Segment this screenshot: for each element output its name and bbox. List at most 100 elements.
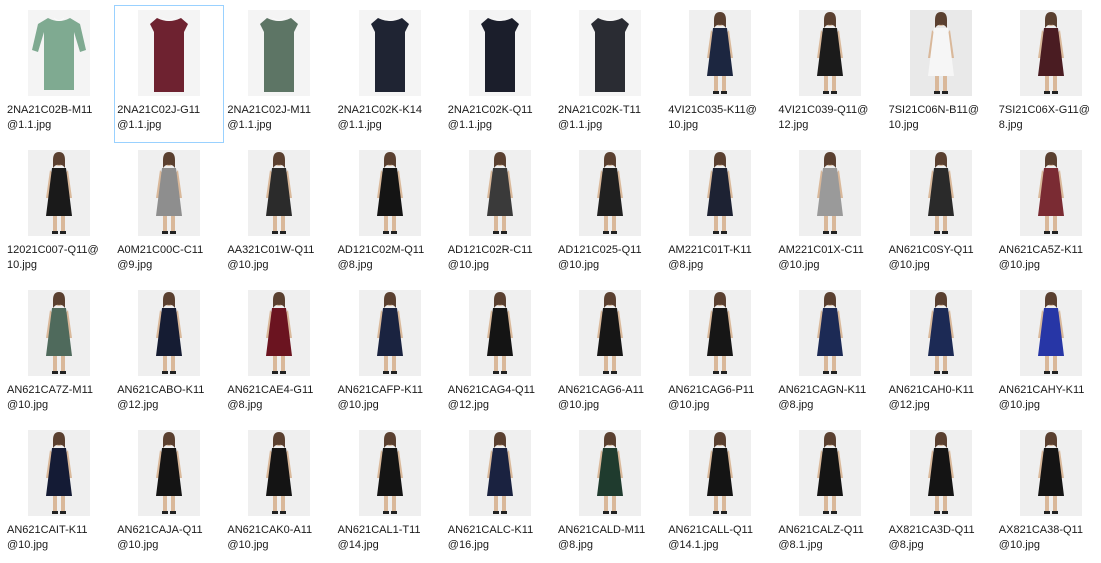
file-thumbnail[interactable] <box>689 10 752 96</box>
file-name[interactable]: AN621CAG4-Q11 @12.jpg <box>448 383 556 413</box>
file-name[interactable]: AN621CAFP-K11 @10.jpg <box>338 383 446 413</box>
file-thumbnail[interactable] <box>579 10 641 96</box>
file-thumbnail[interactable] <box>1019 10 1082 96</box>
file-name[interactable]: AN621CAE4-G11 @8.jpg <box>227 383 335 413</box>
file-thumbnail[interactable] <box>28 150 90 236</box>
file-thumbnail[interactable] <box>1019 430 1082 516</box>
file-item[interactable]: AN621CAHY-K11 @10.jpg <box>996 285 1101 423</box>
file-thumbnail[interactable] <box>1019 290 1082 376</box>
file-item[interactable]: AN621CAJA-Q11 @10.jpg <box>114 425 224 563</box>
file-name[interactable]: AD121C025-Q11 @10.jpg <box>558 243 666 273</box>
file-thumbnail[interactable] <box>909 430 972 516</box>
file-thumbnail[interactable] <box>468 10 531 96</box>
file-name[interactable]: AN621CALZ-Q11 @8.1.jpg <box>778 523 886 553</box>
file-thumbnail[interactable] <box>358 430 421 516</box>
file-thumbnail[interactable] <box>28 10 90 96</box>
file-item[interactable]: AX821CA3D-Q11 @8.jpg <box>886 425 996 563</box>
file-name[interactable]: AD121C02R-C11 @10.jpg <box>448 243 556 273</box>
file-item[interactable]: AM221C01T-K11 @8.jpg <box>665 145 775 283</box>
file-name[interactable]: AA321C01W-Q11 @10.jpg <box>227 243 335 273</box>
file-thumbnail[interactable] <box>468 430 531 516</box>
file-item[interactable]: 2NA21C02K-Q11 @1.1.jpg <box>445 5 555 143</box>
file-item[interactable]: AN621CAIT-K11 @10.jpg <box>4 425 114 563</box>
file-thumbnail[interactable] <box>799 290 862 376</box>
file-name[interactable]: 7SI21C06X-G11@ 8.jpg <box>999 103 1101 133</box>
file-item[interactable]: AN621CAG6-P11 @10.jpg <box>665 285 775 423</box>
file-name[interactable]: AM221C01X-C11 @10.jpg <box>778 243 886 273</box>
file-item[interactable]: AA321C01W-Q11 @10.jpg <box>224 145 334 283</box>
file-name[interactable]: AN621CAH0-K11 @12.jpg <box>889 383 997 413</box>
file-name[interactable]: AD121C02M-Q11 @8.jpg <box>338 243 446 273</box>
file-thumbnail[interactable] <box>248 150 311 236</box>
file-name[interactable]: AN621CAG6-A11 @10.jpg <box>558 383 666 413</box>
file-item[interactable]: 2NA21C02K-T11 @1.1.jpg <box>555 5 665 143</box>
file-name[interactable]: AN621CAL1-T11 @14.jpg <box>338 523 446 553</box>
file-thumbnail[interactable] <box>28 290 90 376</box>
file-thumbnail[interactable] <box>468 290 531 376</box>
file-name[interactable]: 2NA21C02K-K14 @1.1.jpg <box>338 103 446 133</box>
file-name[interactable]: 12021C007-Q11@ 10.jpg <box>7 243 115 273</box>
file-thumbnail[interactable] <box>799 10 862 96</box>
file-item[interactable]: 7SI21C06X-G11@ 8.jpg <box>996 5 1101 143</box>
file-thumbnail[interactable] <box>1019 150 1082 236</box>
file-item[interactable]: AN621CAK0-A11 @10.jpg <box>224 425 334 563</box>
file-item[interactable]: AN621CAL1-T11 @14.jpg <box>335 425 445 563</box>
file-name[interactable]: 2NA21C02K-T11 @1.1.jpg <box>558 103 666 133</box>
file-item[interactable]: 2NA21C02K-K14 @1.1.jpg <box>335 5 445 143</box>
file-item[interactable]: A0M21C00C-C11 @9.jpg <box>114 145 224 283</box>
file-name[interactable]: AN621CAGN-K11 @8.jpg <box>778 383 886 413</box>
file-name[interactable]: AN621CAJA-Q11 @10.jpg <box>117 523 225 553</box>
file-name[interactable]: AN621CA5Z-K11 @10.jpg <box>999 243 1101 273</box>
file-item[interactable]: AN621CALD-M11 @8.jpg <box>555 425 665 563</box>
file-thumbnail[interactable] <box>689 150 752 236</box>
file-item[interactable]: AN621CAE4-G11 @8.jpg <box>224 285 334 423</box>
file-name[interactable]: 2NA21C02K-Q11 @1.1.jpg <box>448 103 556 133</box>
file-thumbnail[interactable] <box>358 290 421 376</box>
file-thumbnail[interactable] <box>579 150 641 236</box>
file-name[interactable]: AX821CA38-Q11 @10.jpg <box>999 523 1101 553</box>
file-name[interactable]: AN621C0SY-Q11 @10.jpg <box>889 243 997 273</box>
file-item[interactable]: AN621CAFP-K11 @10.jpg <box>335 285 445 423</box>
file-item[interactable]: 4VI21C035-K11@ 10.jpg <box>665 5 775 143</box>
file-name[interactable]: AN621CA7Z-M11 @10.jpg <box>7 383 115 413</box>
file-item[interactable]: AD121C02M-Q11 @8.jpg <box>335 145 445 283</box>
file-item[interactable]: AN621CALL-Q11 @14.1.jpg <box>665 425 775 563</box>
file-thumbnail[interactable] <box>28 430 90 516</box>
file-name[interactable]: AN621CALC-K11 @16.jpg <box>448 523 556 553</box>
file-name[interactable]: AN621CAK0-A11 @10.jpg <box>227 523 335 553</box>
file-thumbnail[interactable] <box>799 150 862 236</box>
file-name[interactable]: 4VI21C039-Q11@ 12.jpg <box>778 103 886 133</box>
file-item[interactable]: 4VI21C039-Q11@ 12.jpg <box>775 5 885 143</box>
file-thumbnail[interactable] <box>579 290 641 376</box>
file-name[interactable]: AN621CABO-K11 @12.jpg <box>117 383 225 413</box>
file-thumbnail[interactable] <box>468 150 531 236</box>
file-name[interactable]: 7SI21C06N-B11@ 10.jpg <box>889 103 997 133</box>
file-item[interactable]: AX821CA38-Q11 @10.jpg <box>996 425 1101 563</box>
file-name[interactable]: 2NA21C02J-G11 @1.1.jpg <box>117 103 225 133</box>
file-item[interactable]: AN621CABO-K11 @12.jpg <box>114 285 224 423</box>
file-item[interactable]: AN621C0SY-Q11 @10.jpg <box>886 145 996 283</box>
file-item[interactable]: 12021C007-Q11@ 10.jpg <box>4 145 114 283</box>
file-thumbnail[interactable] <box>138 10 201 96</box>
file-item[interactable]: 7SI21C06N-B11@ 10.jpg <box>886 5 996 143</box>
file-item[interactable]: AN621CAG6-A11 @10.jpg <box>555 285 665 423</box>
file-thumbnail[interactable] <box>909 150 972 236</box>
file-item[interactable]: AN621CAGN-K11 @8.jpg <box>775 285 885 423</box>
file-name[interactable]: 4VI21C035-K11@ 10.jpg <box>668 103 776 133</box>
file-name[interactable]: AN621CALD-M11 @8.jpg <box>558 523 666 553</box>
file-thumbnail[interactable] <box>248 430 311 516</box>
file-item[interactable]: AD121C025-Q11 @10.jpg <box>555 145 665 283</box>
file-name[interactable]: AX821CA3D-Q11 @8.jpg <box>889 523 997 553</box>
file-name[interactable]: 2NA21C02B-M11 @1.1.jpg <box>7 103 115 133</box>
file-thumbnail[interactable] <box>689 430 752 516</box>
file-item[interactable]: AN621CALZ-Q11 @8.1.jpg <box>775 425 885 563</box>
file-item[interactable]: AM221C01X-C11 @10.jpg <box>775 145 885 283</box>
file-name[interactable]: AN621CAIT-K11 @10.jpg <box>7 523 115 553</box>
file-item[interactable]: AD121C02R-C11 @10.jpg <box>445 145 555 283</box>
file-item[interactable]: 2NA21C02J-G11 @1.1.jpg <box>114 5 225 143</box>
file-thumbnail[interactable] <box>138 290 201 376</box>
file-name[interactable]: 2NA21C02J-M11 @1.1.jpg <box>227 103 335 133</box>
file-name[interactable]: AM221C01T-K11 @8.jpg <box>668 243 776 273</box>
file-thumbnail[interactable] <box>248 10 311 96</box>
file-thumbnail[interactable] <box>909 290 972 376</box>
